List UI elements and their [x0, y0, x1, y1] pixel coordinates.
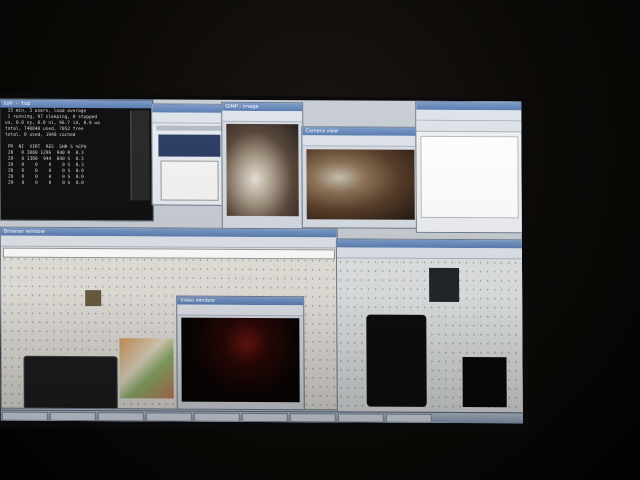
dialog-panel — [160, 160, 219, 201]
collage-image — [119, 338, 174, 399]
taskbar-item[interactable] — [241, 412, 288, 423]
dialog-toolbar[interactable] — [152, 112, 227, 124]
editor-toolbar[interactable] — [416, 109, 523, 122]
editor-window[interactable] — [415, 100, 523, 234]
video-toolbar[interactable] — [177, 304, 304, 317]
dialog-list[interactable] — [158, 134, 221, 157]
video-window[interactable]: Video window — [176, 295, 305, 411]
taskbar-item[interactable] — [97, 412, 144, 422]
system-monitor-widget — [462, 357, 507, 408]
camera-window-1[interactable]: GIMP - image — [221, 101, 304, 233]
editor-toolbar-2[interactable] — [416, 120, 523, 133]
notes-toolbar[interactable] — [336, 247, 523, 260]
camera-image-2 — [306, 149, 415, 220]
browser-avatar — [85, 290, 102, 307]
taskbar-item[interactable] — [385, 413, 432, 423]
camera-window-2-toolbar[interactable] — [302, 135, 419, 147]
taskbar-item[interactable] — [193, 412, 240, 422]
desktop-widget — [366, 314, 427, 407]
camera-window-2[interactable]: Camera view — [301, 126, 420, 229]
browser-address-bar[interactable] — [2, 247, 335, 260]
taskbar-item[interactable] — [1, 411, 48, 421]
taskbar-item[interactable] — [145, 412, 192, 422]
video-frame — [181, 317, 300, 403]
taskbar-item[interactable] — [289, 413, 336, 423]
terminal-window[interactable]: ssh - top 15 min, 3 users, load average … — [0, 98, 154, 222]
camera-window-2-title[interactable]: Camera view — [302, 127, 419, 136]
taskbar-item[interactable] — [49, 411, 96, 422]
monitor-screen: ssh - top 15 min, 3 users, load average … — [0, 98, 523, 424]
camera-window-1-toolbar[interactable] — [222, 110, 303, 123]
notes-thumbnail — [429, 267, 460, 303]
camera-window-1-title[interactable]: GIMP - image — [222, 102, 303, 112]
editor-content — [420, 135, 519, 219]
taskbar-item[interactable] — [337, 413, 384, 423]
dialog-row — [156, 125, 223, 131]
camera-image-1 — [226, 123, 299, 217]
dialog-window[interactable] — [151, 103, 228, 206]
browser-tabs[interactable] — [0, 235, 337, 249]
dark-thumbnail[interactable] — [23, 355, 118, 411]
terminal-scrollbar[interactable] — [130, 110, 150, 201]
